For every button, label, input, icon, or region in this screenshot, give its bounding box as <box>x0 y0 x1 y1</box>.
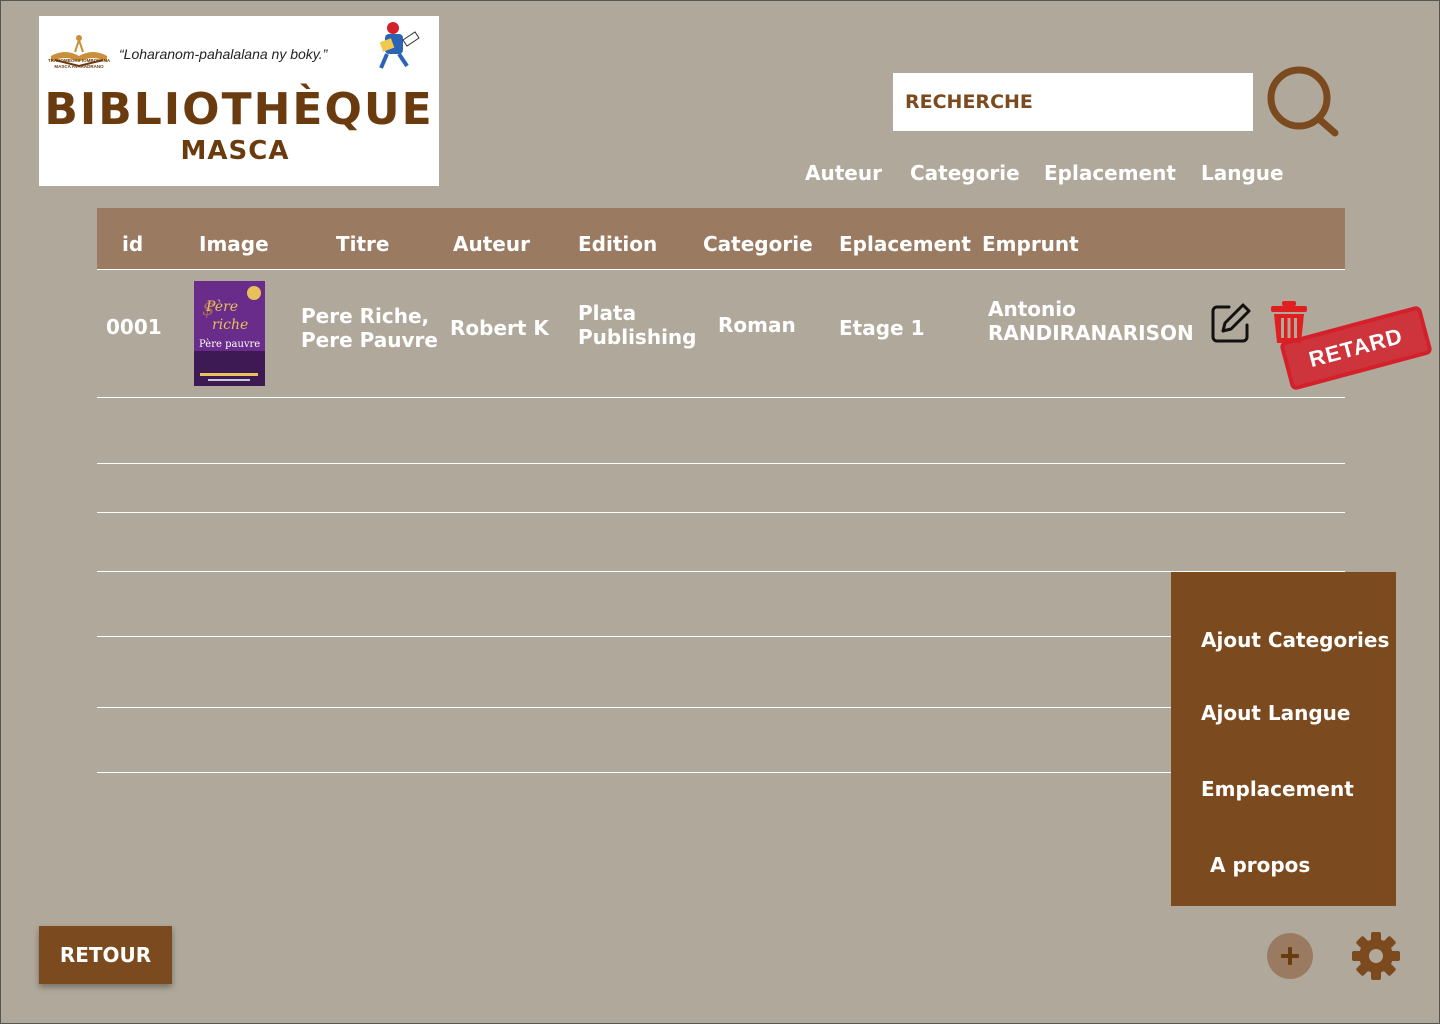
column-header-edition: Edition <box>578 232 658 256</box>
menu-item-emplacement[interactable]: Emplacement <box>1201 777 1354 801</box>
cell-edition-line-2: Publishing <box>578 325 697 349</box>
cell-eplacement: Etage 1 <box>839 316 925 340</box>
cell-auteur: Robert K <box>450 316 549 340</box>
table-header: id Image Titre Auteur Edition Categorie … <box>97 208 1345 269</box>
row-divider <box>97 269 1345 270</box>
menu-item-ajout-categories[interactable]: Ajout Categories <box>1201 628 1389 652</box>
cover-title-pere: Père <box>205 299 238 315</box>
cover-title-riche: riche <box>212 317 248 333</box>
row-divider <box>97 636 1171 637</box>
row-divider <box>97 512 1345 513</box>
column-header-categorie: Categorie <box>703 232 813 256</box>
row-divider <box>97 571 1345 572</box>
late-status-label: RETARD <box>1306 323 1406 373</box>
cell-titre-line-2: Pere Pauvre <box>301 328 438 352</box>
cell-emprunt: Antonio RANDIRANARISON <box>988 297 1194 345</box>
filter-eplacement[interactable]: Eplacement <box>1044 161 1176 185</box>
row-divider <box>97 772 1171 773</box>
column-header-emprunt: Emprunt <box>982 232 1079 256</box>
filter-langue[interactable]: Langue <box>1201 161 1284 185</box>
menu-item-ajout-langue[interactable]: Ajout Langue <box>1201 701 1350 725</box>
side-menu: Ajout Categories Ajout Langue Emplacemen… <box>1171 572 1396 906</box>
cell-id: 0001 <box>106 315 162 339</box>
logo-subtitle: MASCA <box>180 136 290 166</box>
edit-icon[interactable] <box>1209 301 1253 345</box>
logo-title: BIBLIOTHÈQUE <box>44 84 434 135</box>
plus-icon <box>1281 947 1299 965</box>
filter-auteur[interactable]: Auteur <box>805 161 882 185</box>
column-header-eplacement: Eplacement <box>839 232 971 256</box>
open-book-emblem-icon <box>51 35 107 68</box>
column-header-auteur: Auteur <box>453 232 530 256</box>
column-header-id: id <box>122 232 144 256</box>
book-cover-image: $ Père riche Père pauvre <box>194 281 265 386</box>
cell-edition-line-1: Plata <box>578 301 637 325</box>
gear-icon[interactable] <box>1351 931 1401 981</box>
filter-categorie[interactable]: Categorie <box>910 161 1020 185</box>
row-divider <box>97 397 1345 398</box>
search-input[interactable] <box>893 73 1253 131</box>
add-button[interactable] <box>1267 933 1313 979</box>
cell-edition: Plata Publishing <box>578 301 696 349</box>
menu-item-a-propos[interactable]: A propos <box>1210 853 1310 877</box>
cell-categorie: Roman <box>718 313 796 337</box>
back-button[interactable]: RETOUR <box>39 926 172 984</box>
cell-emprunt-line-1: Antonio <box>988 297 1076 321</box>
column-header-titre: Titre <box>336 232 390 256</box>
row-divider <box>97 707 1171 708</box>
logo-slogan: “Loharanom-pahalalana ny boky.” <box>119 46 328 62</box>
column-header-image: Image <box>199 232 269 256</box>
cover-title-pauvre: Père pauvre <box>199 339 260 350</box>
cell-emprunt-line-2: RANDIRANARISON <box>988 321 1194 345</box>
reading-mascot-icon <box>379 22 420 69</box>
library-logo: TRANOMBOKY IOMBONANA MASCA AVARADRANO “L… <box>39 16 439 186</box>
search-icon[interactable] <box>1265 65 1341 139</box>
cell-titre: Pere Riche, Pere Pauvre <box>301 304 438 352</box>
row-divider <box>97 463 1345 464</box>
emblem-caption: TRANOMBOKY IOMBONANA MASCA AVARADRANO <box>47 58 111 69</box>
cell-titre-line-1: Pere Riche, <box>301 304 430 328</box>
